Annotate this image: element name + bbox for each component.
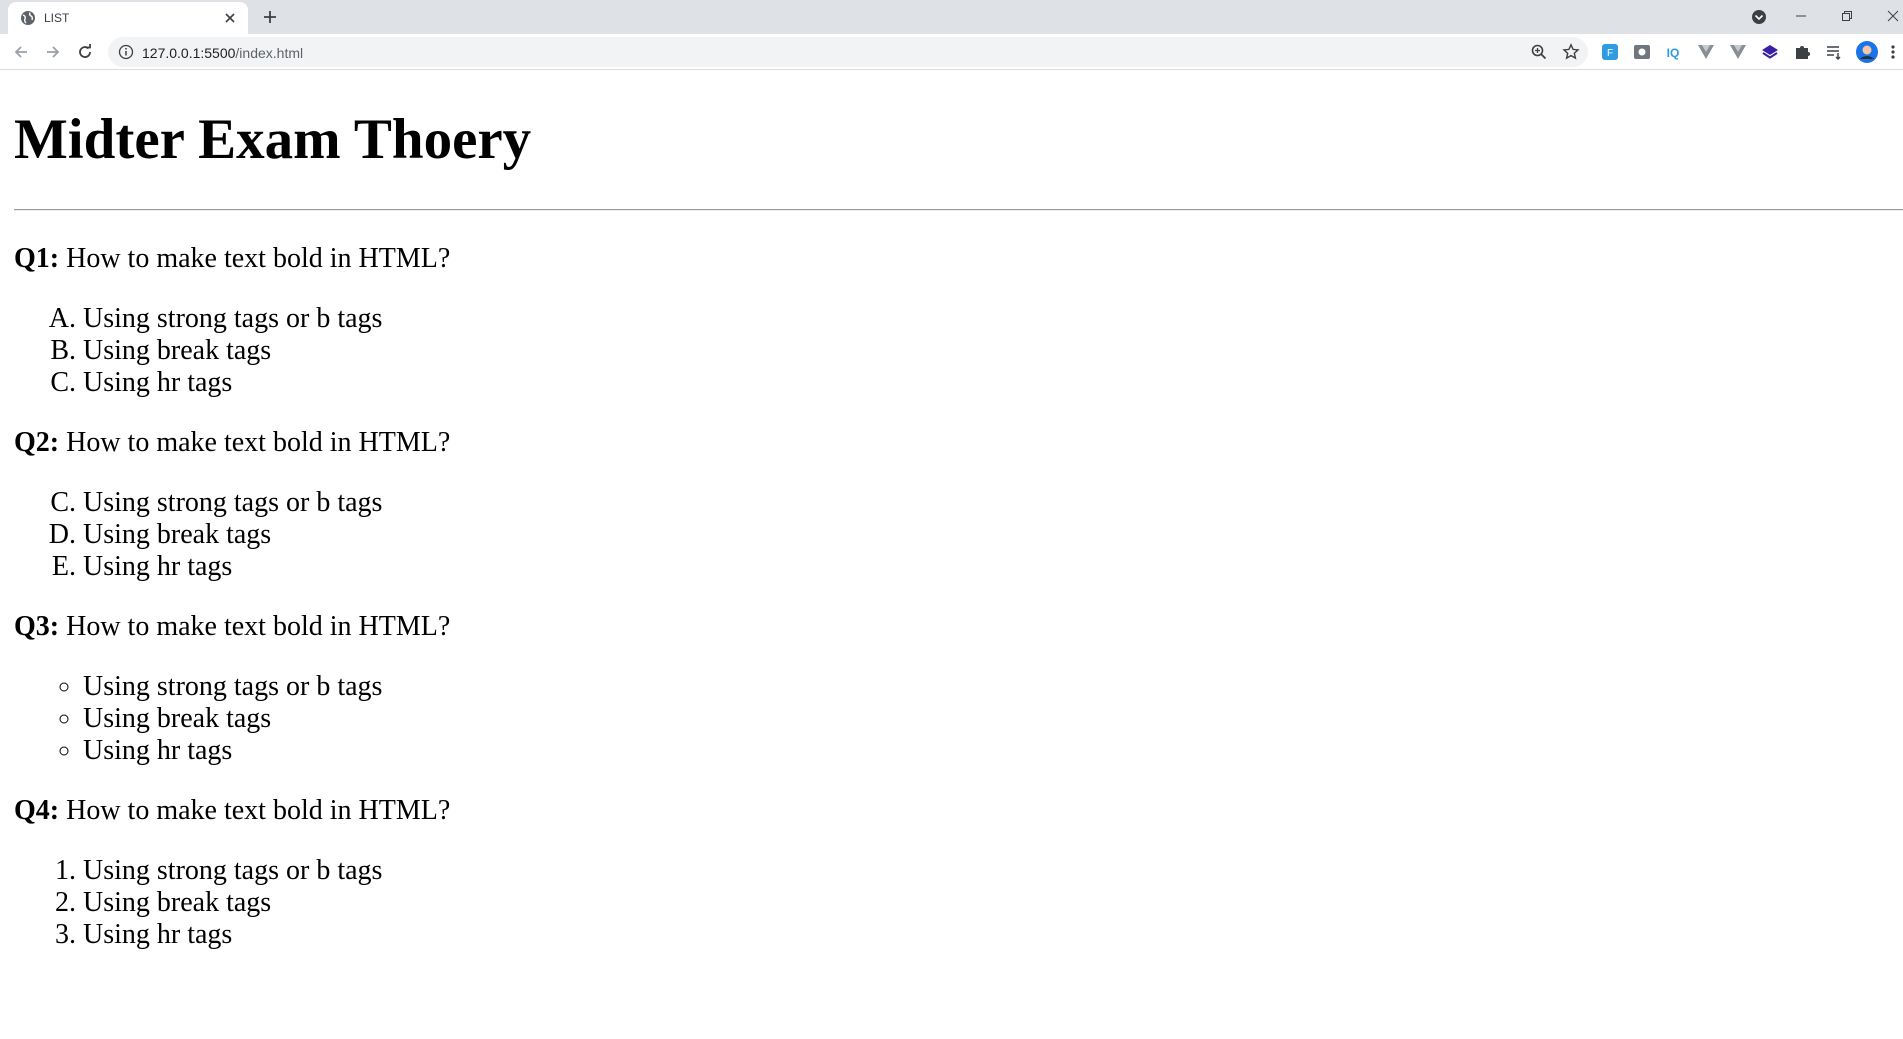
zoom-icon[interactable] [1530, 43, 1548, 61]
answer-list-q3: Using strong tags or b tags Using break … [14, 671, 914, 767]
page-title: Midter Exam Thoery [14, 108, 532, 171]
question-label: Q3: [14, 611, 60, 642]
question-q4: Q4: How to make text bold in HTML? [14, 795, 914, 827]
page-content: Midter Exam Thoery Q1: How to make text … [0, 71, 1903, 1039]
tab-list[interactable]: LIST [8, 2, 248, 34]
address-bar[interactable]: 127.0.0.1:5500/index.html [108, 37, 1588, 67]
browser-chrome: LIST 127.0.0.1:5500/index.html F IQ [0, 0, 1903, 71]
answer-list-q1: Using strong tags or b tags Using break … [14, 303, 914, 399]
question-q2: Q2: How to make text bold in HTML? [14, 427, 914, 459]
minimize-icon [1796, 15, 1806, 17]
question-block-q2: Q2: How to make text bold in HTML? Using… [14, 427, 914, 583]
restore-button[interactable] [1824, 2, 1870, 30]
svg-text:IQ: IQ [1667, 46, 1680, 60]
list-item: Using hr tags [83, 919, 914, 951]
bookmark-star-icon[interactable] [1562, 43, 1580, 61]
question-block-q3: Q3: How to make text bold in HTML? Using… [14, 611, 914, 767]
question-label: Q1: [14, 243, 60, 274]
list-item: Using break tags [83, 335, 914, 367]
list-item: Using strong tags or b tags [83, 303, 914, 335]
browser-toolbar: 127.0.0.1:5500/index.html F IQ [0, 34, 1903, 70]
question-q1: Q1: How to make text bold in HTML? [14, 243, 914, 275]
list-item: Using break tags [83, 519, 914, 551]
question-block-q1: Q1: How to make text bold in HTML? Using… [14, 243, 914, 399]
reload-icon[interactable] [75, 42, 95, 62]
restore-icon [1842, 11, 1852, 21]
question-label: Q2: [14, 427, 60, 458]
question-text: How to make text bold in HTML? [59, 427, 451, 458]
question-text: How to make text bold in HTML? [59, 611, 451, 642]
list-item: Using break tags [83, 703, 914, 735]
reading-list-icon[interactable] [1825, 43, 1843, 61]
extension-ft-icon[interactable]: F [1601, 43, 1619, 61]
svg-text:F: F [1607, 48, 1613, 59]
extension-camera-icon[interactable] [1633, 43, 1651, 61]
extension-vue-2-icon[interactable] [1729, 43, 1747, 61]
url-host: 127.0.0.1:5500 [142, 45, 236, 61]
answer-list-q2: Using strong tags or b tags Using break … [14, 487, 914, 583]
extension-iq-icon[interactable]: IQ [1664, 43, 1682, 61]
menu-kebab-icon[interactable] [1887, 43, 1899, 61]
question-text: How to make text bold in HTML? [59, 795, 451, 826]
close-icon[interactable] [222, 10, 238, 26]
horizontal-rule [14, 209, 1903, 211]
globe-icon [21, 11, 35, 25]
info-icon[interactable] [118, 44, 134, 60]
list-item: Using hr tags [83, 367, 914, 399]
question-q3: Q3: How to make text bold in HTML? [14, 611, 914, 643]
question-block-q4: Q4: How to make text bold in HTML? Using… [14, 795, 914, 951]
window-close-icon [1887, 10, 1899, 22]
url-text[interactable]: 127.0.0.1:5500/index.html [142, 45, 303, 61]
answer-list-q4: Using strong tags or b tags Using break … [14, 855, 914, 951]
extension-layers-icon[interactable] [1761, 43, 1779, 61]
list-item: Using break tags [83, 887, 914, 919]
extensions-puzzle-icon[interactable] [1793, 43, 1811, 61]
list-item: Using strong tags or b tags [83, 671, 914, 703]
list-item: Using hr tags [83, 735, 914, 767]
tab-title: LIST [44, 11, 70, 25]
profile-avatar[interactable] [1855, 40, 1879, 64]
forward-arrow-icon[interactable] [43, 42, 63, 62]
minimize-button[interactable] [1778, 2, 1824, 30]
list-item: Using hr tags [83, 551, 914, 583]
question-text: How to make text bold in HTML? [59, 243, 451, 274]
question-label: Q4: [14, 795, 60, 826]
extension-vue-icon[interactable] [1697, 43, 1715, 61]
tab-search-icon[interactable] [1750, 8, 1768, 26]
tab-strip: LIST [0, 0, 1903, 34]
list-item: Using strong tags or b tags [83, 855, 914, 887]
url-path: /index.html [235, 45, 304, 61]
new-tab-icon[interactable] [260, 7, 280, 27]
window-close-button[interactable] [1870, 2, 1903, 30]
list-item: Using strong tags or b tags [83, 487, 914, 519]
back-arrow-icon[interactable] [11, 42, 31, 62]
